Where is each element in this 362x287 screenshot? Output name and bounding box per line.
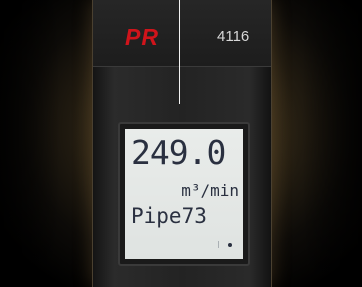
status-tick-icon [218, 241, 219, 248]
transmitter-housing: PR 4116 249.0 m³/min Pipe73 [92, 0, 272, 287]
model-number: 4116 [217, 28, 250, 45]
callout-pointer-line [179, 0, 180, 104]
measured-value: 249.0 [131, 133, 226, 172]
tag-name: Pipe73 [131, 204, 207, 228]
measurement-unit: m³/min [181, 181, 239, 200]
device-photo: PR 4116 249.0 m³/min Pipe73 [0, 0, 362, 287]
right-vignette [302, 0, 362, 287]
left-vignette [0, 0, 60, 287]
display-bezel: 249.0 m³/min Pipe73 [118, 122, 250, 266]
lcd-display: 249.0 m³/min Pipe73 [125, 129, 243, 259]
status-dot-icon [228, 243, 232, 247]
brand-logo: PR [125, 24, 159, 50]
front-label-band: PR 4116 [93, 0, 271, 67]
